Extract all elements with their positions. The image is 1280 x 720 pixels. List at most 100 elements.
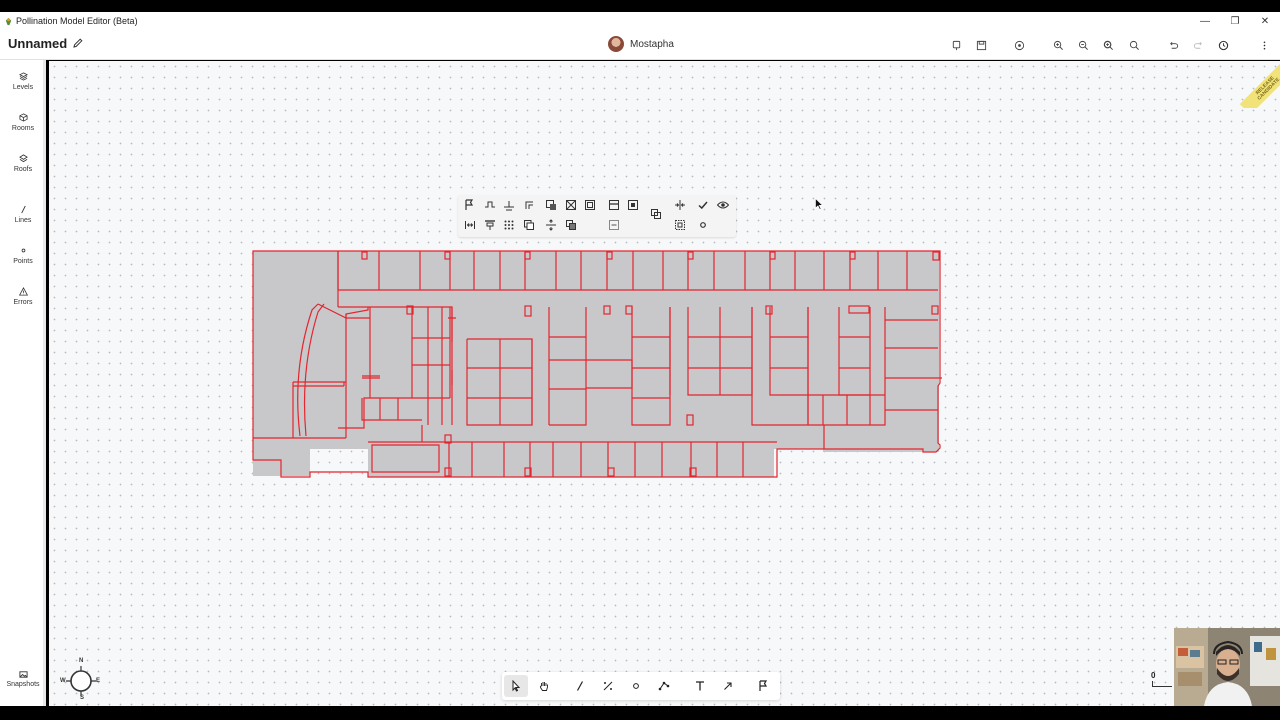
arrow-icon — [724, 682, 732, 690]
polyline-tool[interactable] — [596, 675, 620, 697]
app-header: Unnamed Mostapha — [0, 30, 1280, 60]
room-fills — [253, 251, 939, 477]
shape-tool[interactable] — [652, 675, 676, 697]
select-inside-icon[interactable] — [674, 218, 686, 230]
scale-zero-label: 0 — [1151, 671, 1156, 680]
drawing-toolbar — [502, 672, 780, 700]
line-tool[interactable] — [568, 675, 592, 697]
history-icon[interactable] — [1216, 38, 1230, 52]
sidebar-item-levels[interactable]: Levels — [0, 72, 46, 91]
point-tool[interactable] — [624, 675, 648, 697]
zoom-in-icon[interactable] — [1051, 38, 1065, 52]
sidebar-item-label: Errors — [13, 299, 33, 306]
sidebar-item-label: Points — [13, 258, 33, 265]
sidebar-item-points[interactable]: Points — [0, 246, 46, 265]
polyline-icon — [603, 681, 613, 691]
text-tool[interactable] — [688, 675, 712, 697]
floor-plan[interactable] — [252, 250, 944, 482]
sidebar-item-label: Lines — [14, 217, 32, 224]
warning-icon — [18, 287, 28, 296]
point-icon — [21, 248, 25, 253]
undo-icon[interactable] — [1166, 38, 1180, 52]
boolean-icon[interactable] — [565, 198, 577, 210]
merge-icon[interactable] — [565, 218, 577, 230]
roof-icon — [18, 154, 28, 163]
minimize-button[interactable]: — — [1190, 12, 1220, 30]
hand-icon — [539, 682, 548, 691]
text-icon — [696, 681, 704, 691]
align-center-icon[interactable] — [545, 218, 557, 231]
cube-icon — [18, 113, 28, 122]
user-menu[interactable]: Mostapha — [608, 36, 674, 52]
step-line-icon[interactable] — [484, 198, 496, 210]
align-top-icon[interactable] — [484, 218, 496, 230]
sidebar-item-label: Roofs — [13, 166, 33, 173]
scale-bar — [1152, 681, 1172, 687]
collapse-icon[interactable] — [608, 218, 620, 230]
edit-pencil-icon[interactable] — [72, 37, 84, 49]
compass-west: W — [60, 678, 66, 684]
zoom-out-icon[interactable] — [1076, 38, 1090, 52]
maximize-button[interactable]: ❐ — [1220, 12, 1250, 30]
flag-icon — [759, 680, 768, 691]
redo-icon[interactable] — [1191, 38, 1205, 52]
compass-south: S — [80, 695, 85, 701]
left-sidebar: Levels Rooms Roofs Lines Points Errors — [0, 60, 46, 706]
flag-tool[interactable] — [752, 675, 776, 697]
flag-icon[interactable] — [464, 198, 476, 210]
pan-tool[interactable] — [532, 675, 556, 697]
sidebar-item-errors[interactable]: Errors — [0, 287, 46, 306]
snapshots-button[interactable]: Snapshots — [0, 670, 46, 688]
sidebar-item-lines[interactable]: Lines — [0, 205, 46, 224]
select-tool[interactable] — [504, 675, 528, 697]
close-button[interactable]: ✕ — [1250, 12, 1280, 30]
inset-icon[interactable] — [584, 198, 596, 210]
distribute-icon[interactable] — [464, 218, 476, 230]
grid-icon[interactable] — [503, 218, 515, 230]
compass-east: E — [96, 678, 101, 684]
zoom-fit-icon[interactable] — [1127, 38, 1141, 52]
split-icon[interactable] — [503, 198, 515, 211]
arrow-tool[interactable] — [716, 675, 740, 697]
point-icon — [633, 683, 639, 689]
sidebar-item-label: Rooms — [11, 125, 35, 132]
webcam-overlay — [1174, 628, 1280, 706]
duplicate-icon[interactable] — [650, 207, 662, 219]
snapshots-label: Snapshots — [6, 681, 40, 688]
app-icon — [5, 17, 12, 25]
copy-icon[interactable] — [523, 218, 535, 230]
mouse-cursor-icon — [815, 198, 823, 210]
target-icon[interactable] — [1012, 38, 1026, 52]
webcam-image — [1174, 628, 1280, 706]
avatar — [608, 36, 624, 52]
check-icon[interactable] — [697, 198, 709, 210]
compass-icon — [66, 666, 96, 696]
compass[interactable]: N S E W — [58, 658, 106, 702]
layers-icon — [18, 72, 28, 81]
line-icon — [20, 205, 26, 214]
room-edit-icon[interactable] — [545, 198, 557, 210]
release-candidate-badge: RELEASE CANDIDATE — [1234, 64, 1280, 108]
sidebar-item-roofs[interactable]: Roofs — [0, 154, 46, 173]
eye-icon[interactable] — [716, 198, 730, 210]
mirror-icon[interactable] — [674, 198, 686, 210]
bottom-black-border — [0, 706, 1280, 720]
circle-icon[interactable] — [697, 218, 709, 230]
pointer-icon — [512, 680, 521, 692]
image-icon — [18, 671, 28, 678]
zoom-extents-icon[interactable] — [1101, 38, 1115, 52]
sidebar-item-rooms[interactable]: Rooms — [0, 113, 46, 132]
compass-north: N — [79, 658, 84, 664]
line-icon — [576, 681, 584, 691]
document-name[interactable]: Unnamed — [8, 36, 67, 51]
split-horizontal-icon[interactable] — [608, 198, 620, 210]
offset-icon[interactable] — [523, 198, 535, 210]
download-icon[interactable] — [949, 38, 963, 52]
more-icon[interactable] — [1257, 38, 1271, 52]
sidebar-item-label: Levels — [12, 84, 34, 91]
window-icon[interactable] — [627, 198, 639, 210]
user-name: Mostapha — [630, 38, 674, 50]
selection-toolbar — [458, 195, 736, 237]
save-icon[interactable] — [974, 38, 988, 52]
shape-icon — [658, 681, 670, 691]
